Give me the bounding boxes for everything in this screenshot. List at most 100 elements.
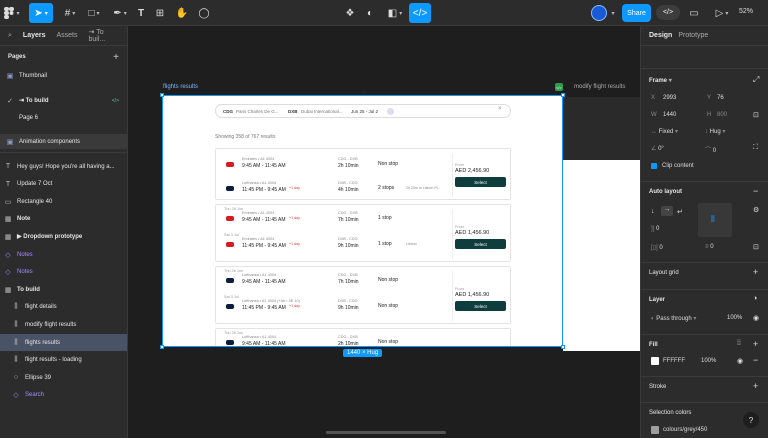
avatar[interactable] [591,5,607,21]
mask-icon[interactable]: ◐ [364,3,376,23]
fill-hex-field[interactable]: FFFFFF [663,358,685,364]
layer-item[interactable]: ▭ Rectangle 40 [0,193,127,210]
main-menu-icon[interactable]: ▾ [4,3,20,23]
constrain-proportions-icon[interactable]: ⊡ [753,111,759,119]
layer-item[interactable]: ▦ Note [0,211,127,228]
resize-handle[interactable] [561,93,565,97]
blend-options-icon[interactable]: ◑ [753,295,757,302]
comment-tool-icon[interactable]: ◯ [198,3,210,23]
layer-item[interactable]: ○ Ellipse 39 [0,369,127,386]
horizontal-scrollbar[interactable] [326,431,446,434]
padding-horizontal-field[interactable]: [▯] 0 [651,244,663,251]
flight-card[interactable]: Emirates • A1 4004 9:45 AM - 11:45 AM CDG … [215,148,511,200]
layer-item[interactable]: T Update 7 Oct [0,176,127,193]
flight-card[interactable]: Thu 26 Jun Lufthansa • A1 4004 9:45 AM - 1… [215,266,511,324]
layer-item[interactable]: ◇ Notes [0,264,127,281]
width-sizing-dropdown[interactable]: ↔ Fixed ▾ [651,128,678,135]
eye-icon[interactable]: ◉ [753,314,759,322]
height-sizing-dropdown[interactable]: ↕ Hug ▾ [705,128,725,135]
add-page-icon[interactable]: + [113,52,119,63]
direction-vertical-icon[interactable]: ↓ [651,208,655,215]
layer-item[interactable]: ⫼ flights results [0,334,127,351]
selection-color-name[interactable]: colours/grey/450 [663,427,707,433]
page-item[interactable]: Page 6 [0,110,127,125]
x-field[interactable]: 2993 [663,95,676,101]
layer-item[interactable]: ▦ ▶ Dropdown prototype [0,228,127,245]
rotation-field[interactable]: ∠ 0° [651,145,664,152]
layer-item[interactable]: T Hey guys! Hope you're all having a... [0,158,127,175]
search-bar[interactable]: CDG Paris Charles De G... DXB Dubai Inte… [215,104,511,118]
flight-card[interactable]: Thu 26 Jun Emirates • A1 4004 9:45 AM - 11… [215,204,511,262]
padding-vertical-field[interactable]: ≡ 0 [705,244,714,250]
w-field[interactable]: 1440 [663,112,676,118]
help-button[interactable]: ? [743,412,759,428]
tab-layers[interactable]: Layers [23,32,46,39]
frame-label[interactable]: flights results [163,84,198,90]
independent-corners-icon[interactable]: ⛶ [753,144,758,152]
tab-prototype[interactable]: Prototype [678,32,708,39]
search-icon[interactable]: ⌕ [8,32,12,40]
canvas[interactable]: flights results </> modify flight result… [129,26,640,438]
share-button[interactable]: Share [622,4,651,22]
close-icon[interactable]: × [498,106,502,112]
component-icon[interactable]: ❖ [344,3,356,23]
page-item[interactable]: ▣ Animation components [0,134,127,149]
present-icon[interactable]: ▷ ▾ [713,3,731,23]
flight-card[interactable]: Thu 26 Jun Lufthansa • A1 4004 9:45 AM - 1… [215,328,511,346]
resize-handle[interactable] [561,345,565,349]
gap-field[interactable]: ][ 0 [651,226,659,232]
frame2-label[interactable]: modify flight results [574,84,625,90]
padding-settings-icon[interactable]: ⊡ [753,243,759,251]
add-fill-icon[interactable]: + [753,339,758,349]
hand-tool-icon[interactable]: ✋ [176,3,188,23]
shape-tool-icon[interactable]: □ ▾ [84,3,104,23]
move-tool-icon[interactable]: ➤ ▾ [29,3,53,23]
flights-results-frame[interactable]: CDG Paris Charles De G... DXB Dubai Inte… [162,95,563,347]
text-tool-icon[interactable]: T [135,3,147,23]
resize-to-fit-icon[interactable]: ⤢ [753,75,759,85]
resize-handle[interactable] [160,93,164,97]
resources-tool-icon[interactable]: ⊞ [154,3,166,23]
frame-heading[interactable]: Frame ▾ [649,77,672,84]
page-item[interactable]: ▣ Thumbnail [0,68,127,83]
eye-icon[interactable]: ◉ [737,357,743,365]
add-stroke-icon[interactable]: + [753,381,758,391]
dev-mode-icon[interactable]: </> [409,3,431,23]
direction-horizontal-icon[interactable]: → [661,206,673,216]
pen-tool-icon[interactable]: ✒ ▾ [110,3,130,23]
book-icon[interactable]: ▭ [688,3,700,23]
remove-fill-icon[interactable]: − [753,355,758,365]
select-button[interactable]: Select [455,239,506,249]
remove-auto-layout-icon[interactable]: − [753,186,758,196]
direction-wrap-icon[interactable]: ↵ [677,208,683,216]
page-item[interactable]: ✓ ⇥ To build </> [0,93,127,108]
search-icon[interactable] [387,108,394,115]
y-field[interactable]: 76 [717,95,724,101]
h-field[interactable]: 800 [717,112,727,118]
add-layout-grid-icon[interactable]: + [753,267,758,277]
selection-color-swatch[interactable] [651,426,659,434]
layer-item[interactable]: ◇ Notes [0,246,127,263]
auto-layout-handle[interactable] [362,90,366,94]
resize-handle[interactable] [160,345,164,349]
select-button[interactable]: Select [455,301,506,311]
radius-field[interactable]: ⌒ 0 [705,145,716,154]
zoom-level[interactable]: 52% [739,8,753,15]
boolean-icon[interactable]: ◧ ▾ [386,3,404,23]
frame-tool-icon[interactable]: # ▾ [60,3,80,23]
layer-item[interactable]: ⫼ flight results - loading [0,352,127,369]
layer-item[interactable]: ▦ To build [0,281,127,298]
tab-assets[interactable]: Assets [57,32,78,39]
tab-design[interactable]: Design [649,32,672,39]
fill-opacity-field[interactable]: 100% [701,358,716,364]
layer-item[interactable]: ⫼ flight details [0,299,127,316]
layer-opacity-field[interactable]: 100% [727,315,742,321]
select-button[interactable]: Select [455,177,506,187]
fill-color-swatch[interactable] [651,357,659,365]
dev-mode-toggle[interactable]: </> [656,5,680,20]
clip-content-checkbox[interactable] [651,163,657,169]
blend-mode-dropdown[interactable]: ◐ Pass through ▾ [651,315,696,322]
chevron-down-icon[interactable]: ▾ [608,3,616,23]
fill-styles-icon[interactable]: ⁞⁞ [737,340,741,347]
layer-item[interactable]: ⫼ modify flight results [0,316,127,333]
